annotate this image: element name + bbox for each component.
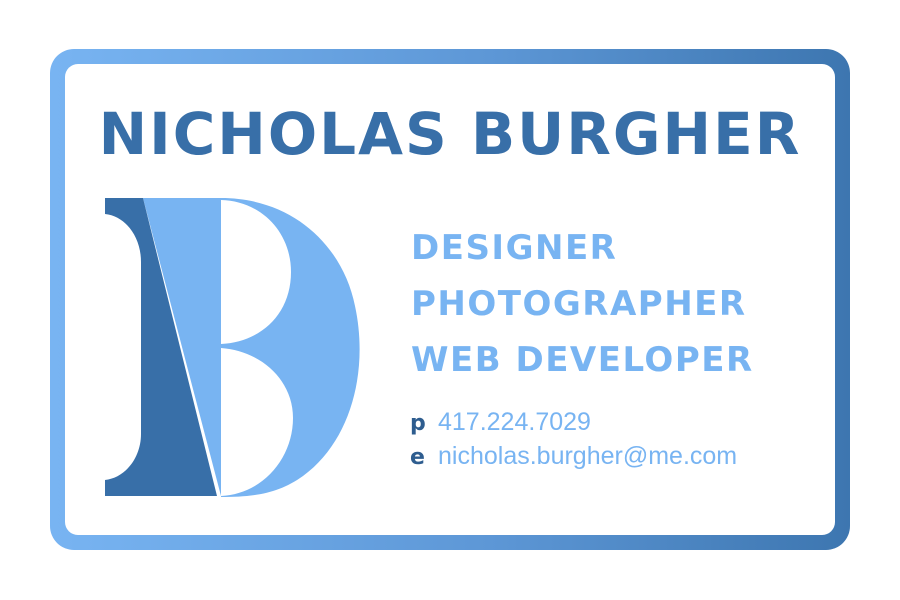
email-address: nicholas.burgher@me.com [438,442,738,470]
contact-block: p 417.224.7029 e nicholas.burgher@me.com [410,408,850,476]
phone-label: p [410,411,426,436]
card-name: NICHOLAS BURGHER [98,100,802,168]
email-row: e nicholas.burgher@me.com [410,442,850,476]
b-monogram-logo [105,198,360,497]
phone-number: 417.224.7029 [438,408,591,436]
email-label: e [410,445,425,470]
title-photographer: PHOTOGRAPHER [411,284,747,324]
titles-list: DESIGNER PHOTOGRAPHER WEB DEVELOPER [411,220,851,388]
phone-row: p 417.224.7029 [410,408,850,442]
title-web-developer: WEB DEVELOPER [411,340,754,380]
title-designer: DESIGNER [411,228,618,268]
